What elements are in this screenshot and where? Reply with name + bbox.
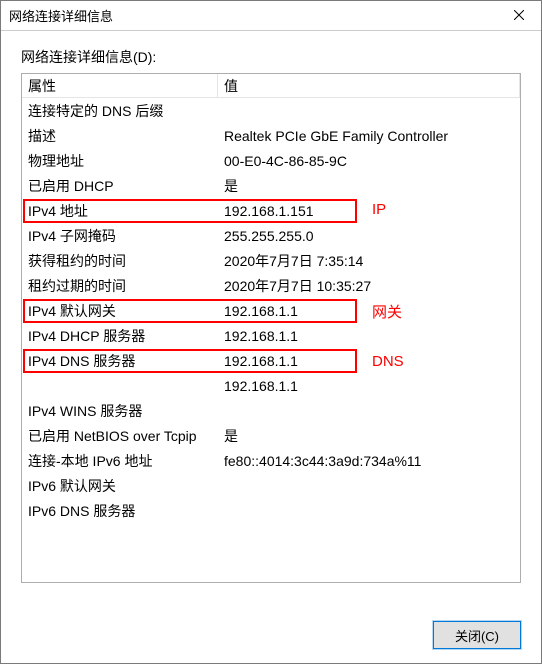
property-cell: 已启用 NetBIOS over Tcpip — [22, 426, 218, 446]
value-cell: fe80::4014:3c44:3a9d:734a%11 — [218, 453, 520, 469]
section-label: 网络连接详细信息(D): — [21, 47, 521, 67]
value-cell: 是 — [218, 176, 520, 196]
property-cell: 连接特定的 DNS 后缀 — [22, 101, 218, 121]
property-cell: IPv4 DHCP 服务器 — [22, 326, 218, 346]
table-row[interactable]: IPv6 默认网关 — [22, 473, 520, 498]
property-cell: 连接-本地 IPv6 地址 — [22, 451, 218, 471]
property-cell: 获得租约的时间 — [22, 251, 218, 271]
table-row[interactable]: 物理地址00-E0-4C-86-85-9C — [22, 148, 520, 173]
value-cell: 192.168.1.151 — [218, 203, 520, 219]
table-row[interactable]: IPv4 地址192.168.1.151 — [22, 198, 520, 223]
window-title: 网络连接详细信息 — [9, 6, 113, 25]
value-cell: Realtek PCIe GbE Family Controller — [218, 128, 520, 144]
value-cell: 192.168.1.1 — [218, 378, 520, 394]
details-box: 属性 值 连接特定的 DNS 后缀描述Realtek PCIe GbE Fami… — [21, 73, 521, 583]
table-row[interactable]: 描述Realtek PCIe GbE Family Controller — [22, 123, 520, 148]
table-row[interactable]: 已启用 NetBIOS over Tcpip是 — [22, 423, 520, 448]
value-cell: 192.168.1.1 — [218, 353, 520, 369]
value-cell: 192.168.1.1 — [218, 303, 520, 319]
table-row[interactable]: 获得租约的时间2020年7月7日 7:35:14 — [22, 248, 520, 273]
table-row[interactable]: IPv4 WINS 服务器 — [22, 398, 520, 423]
window-close-button[interactable] — [496, 1, 541, 30]
table-row[interactable]: 租约过期的时间2020年7月7日 10:35:27 — [22, 273, 520, 298]
property-cell: IPv6 DNS 服务器 — [22, 501, 218, 521]
property-cell: 已启用 DHCP — [22, 176, 218, 196]
header-value: 值 — [218, 74, 520, 97]
table-row[interactable]: IPv4 DHCP 服务器192.168.1.1 — [22, 323, 520, 348]
table-row[interactable]: 已启用 DHCP是 — [22, 173, 520, 198]
close-button-label: 关闭(C) — [455, 626, 499, 645]
table-row[interactable]: IPv6 DNS 服务器 — [22, 498, 520, 523]
titlebar: 网络连接详细信息 — [1, 1, 541, 31]
value-cell: 2020年7月7日 10:35:27 — [218, 276, 520, 296]
table-row[interactable]: 连接-本地 IPv6 地址fe80::4014:3c44:3a9d:734a%1… — [22, 448, 520, 473]
value-cell: 00-E0-4C-86-85-9C — [218, 153, 520, 169]
close-icon — [514, 8, 524, 23]
property-cell: IPv6 默认网关 — [22, 476, 218, 496]
value-cell: 是 — [218, 426, 520, 446]
property-cell: 描述 — [22, 126, 218, 146]
header-property: 属性 — [22, 74, 218, 97]
header-row: 属性 值 — [22, 74, 520, 98]
property-cell: IPv4 子网掩码 — [22, 226, 218, 246]
close-button[interactable]: 关闭(C) — [433, 621, 521, 649]
footer: 关闭(C) — [433, 621, 521, 649]
window: 网络连接详细信息 网络连接详细信息(D): 属性 值 连接特定的 DNS 后缀描… — [0, 0, 542, 664]
table-row[interactable]: 192.168.1.1 — [22, 373, 520, 398]
window-body: 网络连接详细信息(D): 属性 值 连接特定的 DNS 后缀描述Realtek … — [1, 31, 541, 593]
property-cell: IPv4 默认网关 — [22, 301, 218, 321]
property-cell: IPv4 地址 — [22, 201, 218, 221]
value-cell: 2020年7月7日 7:35:14 — [218, 251, 520, 271]
table-row[interactable]: 连接特定的 DNS 后缀 — [22, 98, 520, 123]
table-row[interactable]: IPv4 DNS 服务器192.168.1.1 — [22, 348, 520, 373]
property-cell: IPv4 WINS 服务器 — [22, 401, 218, 421]
property-cell: 物理地址 — [22, 151, 218, 171]
table-row[interactable]: IPv4 默认网关192.168.1.1 — [22, 298, 520, 323]
value-cell: 255.255.255.0 — [218, 228, 520, 244]
rows-container: 连接特定的 DNS 后缀描述Realtek PCIe GbE Family Co… — [22, 98, 520, 523]
value-cell: 192.168.1.1 — [218, 328, 520, 344]
table-row[interactable]: IPv4 子网掩码255.255.255.0 — [22, 223, 520, 248]
property-cell: 租约过期的时间 — [22, 276, 218, 296]
property-cell: IPv4 DNS 服务器 — [22, 351, 218, 371]
